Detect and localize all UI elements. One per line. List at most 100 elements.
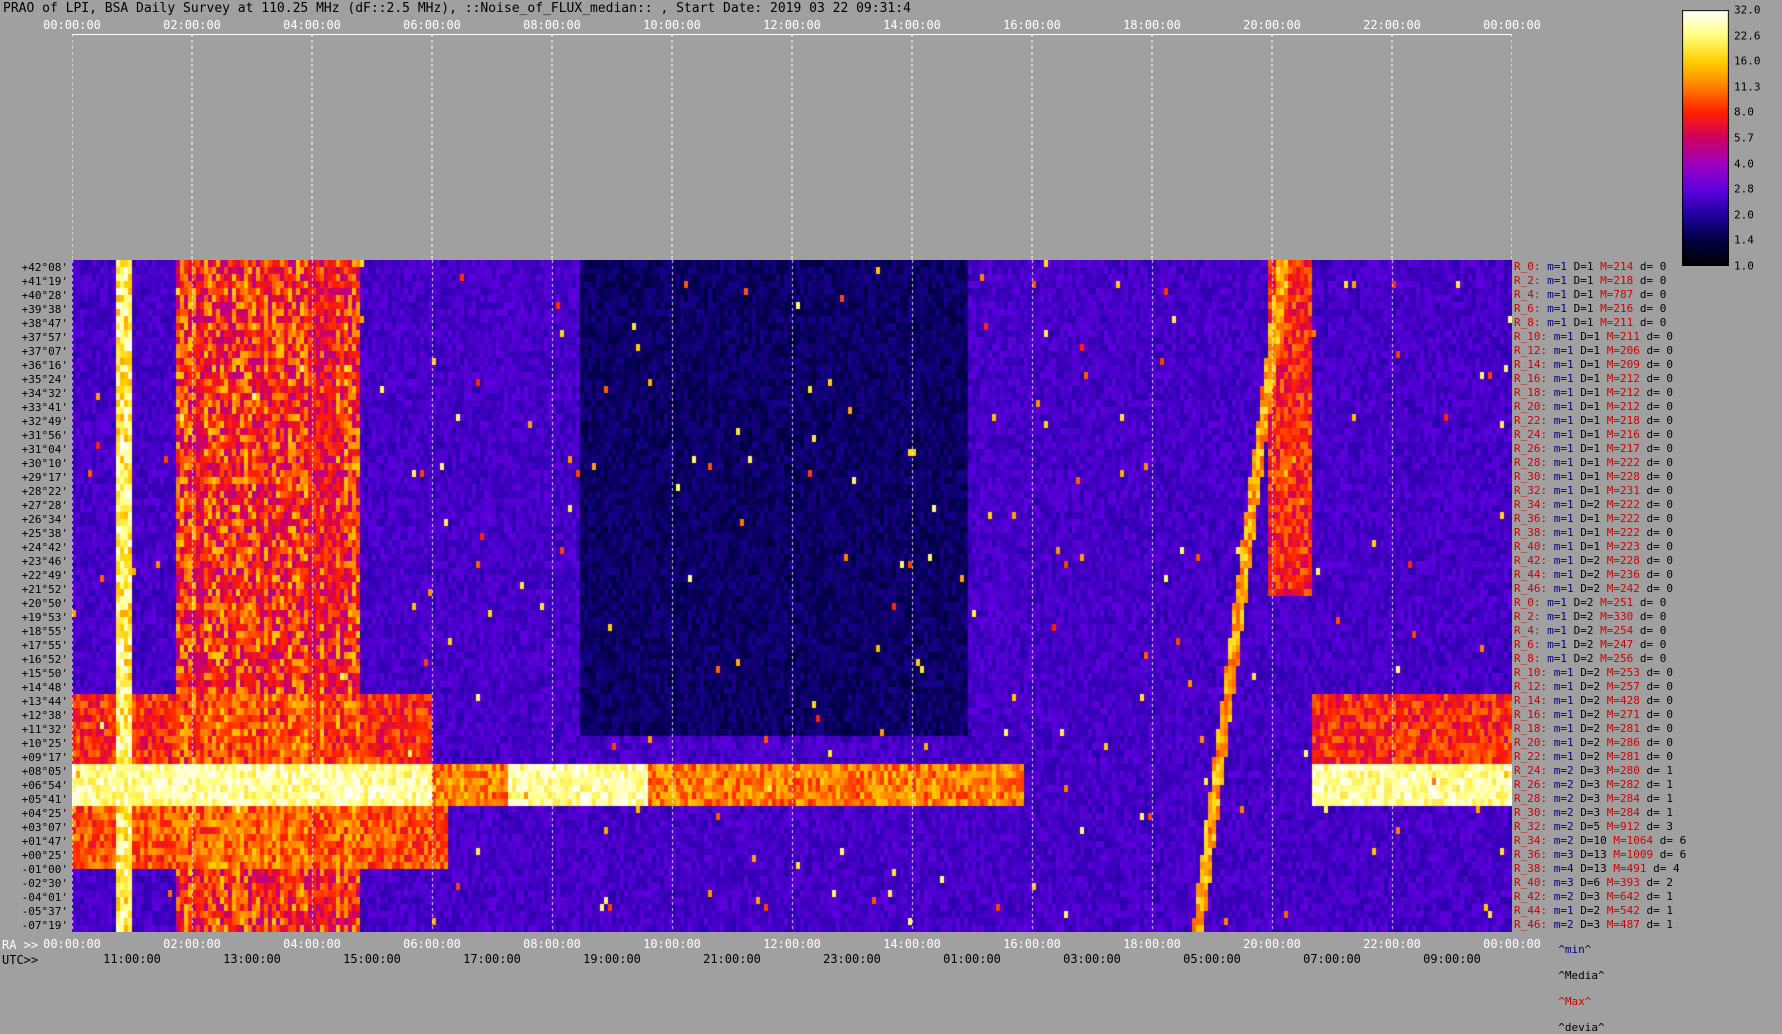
row-stat-m: m=1 <box>1553 484 1574 497</box>
row-stat-d: D=1 <box>1580 442 1601 455</box>
row-stat-dv: d= 0 <box>1646 708 1674 721</box>
row-stat-r: R_46: <box>1514 918 1548 931</box>
row-stat-r: R_8: <box>1514 652 1541 665</box>
axis-tick: 18:00:00 <box>1123 18 1181 32</box>
row-stat-d: D=6 <box>1580 876 1601 889</box>
row-stat-m: m=1 <box>1547 652 1567 665</box>
row-stat-r: R_22: <box>1514 414 1548 427</box>
row-stat-M: M=251 <box>1600 596 1634 609</box>
row-stat-m: m=1 <box>1553 680 1574 693</box>
dec-label: +35°24' <box>21 372 68 386</box>
axis-tick: 06:00:00 <box>403 937 461 951</box>
row-stat-dv: d= 0 <box>1646 750 1674 763</box>
row-stat-r: R_26: <box>1514 778 1548 791</box>
row-stat-M: M=787 <box>1600 288 1634 301</box>
row-stat-M: M=216 <box>1600 302 1634 315</box>
heatmap-canvas <box>72 260 1512 932</box>
row-stat-d: D=1 <box>1580 330 1601 343</box>
row-stat-m: m=1 <box>1553 344 1574 357</box>
legend-max: ^Max^ <box>1558 995 1592 1008</box>
axis-tick: 05:00:00 <box>1183 952 1241 966</box>
row-stat-d: D=1 <box>1573 316 1594 329</box>
dec-label: +33°41' <box>21 400 68 414</box>
axis-tick: 22:00:00 <box>1363 937 1421 951</box>
row-stat-M: M=284 <box>1606 792 1640 805</box>
dec-label: +29°17' <box>21 470 68 484</box>
row-stat-d: D=3 <box>1580 764 1601 777</box>
row-stat-M: M=542 <box>1606 904 1640 917</box>
row-stat-r: R_36: <box>1514 848 1548 861</box>
row-stat-M: M=428 <box>1606 694 1640 707</box>
row-stat: R_42: m=1 D=2 M=228 d= 0 <box>1514 555 1673 567</box>
row-stat-d: D=1 <box>1580 358 1601 371</box>
dec-label: +14°48' <box>21 680 68 694</box>
row-stat-m: m=1 <box>1553 470 1574 483</box>
row-stat-d: D=5 <box>1580 820 1601 833</box>
row-stat-dv: d= 1 <box>1646 764 1674 777</box>
colorbar-tick: 1.0 <box>1734 259 1754 273</box>
row-stat-M: M=642 <box>1606 890 1640 903</box>
row-stat: R_44: m=1 D=2 M=236 d= 0 <box>1514 569 1673 581</box>
row-stat-d: D=1 <box>1580 344 1601 357</box>
row-stat-d: D=2 <box>1573 596 1594 609</box>
row-stat-m: m=2 <box>1553 792 1574 805</box>
row-stat-r: R_44: <box>1514 904 1548 917</box>
row-stat-dv: d= 1 <box>1646 778 1674 791</box>
row-stat-M: M=242 <box>1606 582 1640 595</box>
row-stat-r: R_10: <box>1514 666 1548 679</box>
row-stat-M: M=912 <box>1606 820 1640 833</box>
colorbar-tick: 16.0 <box>1734 54 1761 68</box>
dec-label: +15°50' <box>21 666 68 680</box>
row-stat-M: M=281 <box>1606 722 1640 735</box>
row-stat-r: R_26: <box>1514 442 1548 455</box>
row-stat-dv: d= 0 <box>1639 652 1667 665</box>
dec-label: +12°38' <box>21 708 68 722</box>
row-stat-r: R_34: <box>1514 834 1548 847</box>
row-stat: R_30: m=2 D=3 M=284 d= 1 <box>1514 807 1673 819</box>
row-stat: R_24: m=1 D=1 M=216 d= 0 <box>1514 429 1673 441</box>
axis-tick: 02:00:00 <box>163 18 221 32</box>
dec-label: +31°04' <box>21 442 68 456</box>
row-stat-m: m=1 <box>1553 442 1574 455</box>
axis-tick: 11:00:00 <box>103 952 161 966</box>
colorbar-tick: 1.4 <box>1734 233 1754 247</box>
dec-label: +13°44' <box>21 694 68 708</box>
row-stat-m: m=1 <box>1553 428 1574 441</box>
row-stat-m: m=3 <box>1553 848 1574 861</box>
row-stat-r: R_28: <box>1514 792 1548 805</box>
row-stat-m: m=1 <box>1553 400 1574 413</box>
row-stat: R_4: m=1 D=1 M=787 d= 0 <box>1514 289 1666 301</box>
row-stat-r: R_4: <box>1514 288 1541 301</box>
row-stat-dv: d= 0 <box>1646 540 1674 553</box>
axis-tick: 12:00:00 <box>763 18 821 32</box>
row-stat-m: m=3 <box>1553 876 1574 889</box>
row-stat-d: D=2 <box>1580 568 1601 581</box>
dec-label: +21°52' <box>21 582 68 596</box>
row-stat-r: R_32: <box>1514 484 1548 497</box>
row-stat-r: R_40: <box>1514 540 1548 553</box>
row-stat-r: R_2: <box>1514 274 1541 287</box>
row-stat-r: R_42: <box>1514 890 1548 903</box>
row-stat-r: R_20: <box>1514 736 1548 749</box>
row-stat: R_32: m=2 D=5 M=912 d= 3 <box>1514 821 1673 833</box>
row-stat-M: M=231 <box>1606 484 1640 497</box>
row-stat-r: R_40: <box>1514 876 1548 889</box>
row-stat-dv: d= 0 <box>1646 694 1674 707</box>
legend-min: ^min^ <box>1558 943 1592 956</box>
row-stat-m: m=1 <box>1553 330 1574 343</box>
row-stat-d: D=1 <box>1580 386 1601 399</box>
row-stat-r: R_38: <box>1514 862 1548 875</box>
axis-tick: 08:00:00 <box>523 937 581 951</box>
axis-tick: 00:00:00 <box>1483 937 1541 951</box>
row-stat-m: m=1 <box>1553 708 1574 721</box>
row-stat-dv: d= 0 <box>1646 400 1674 413</box>
row-stat-dv: d= 0 <box>1646 330 1674 343</box>
row-stat-r: R_0: <box>1514 596 1541 609</box>
row-stat: R_46: m=1 D=2 M=242 d= 0 <box>1514 583 1673 595</box>
dec-label: +26°34' <box>21 512 68 526</box>
row-stat: R_14: m=1 D=2 M=428 d= 0 <box>1514 695 1673 707</box>
row-stat-dv: d= 4 <box>1653 862 1680 875</box>
row-stat-M: M=218 <box>1606 414 1640 427</box>
dec-label: +00°25' <box>21 848 68 862</box>
dec-label: +27°28' <box>21 498 68 512</box>
